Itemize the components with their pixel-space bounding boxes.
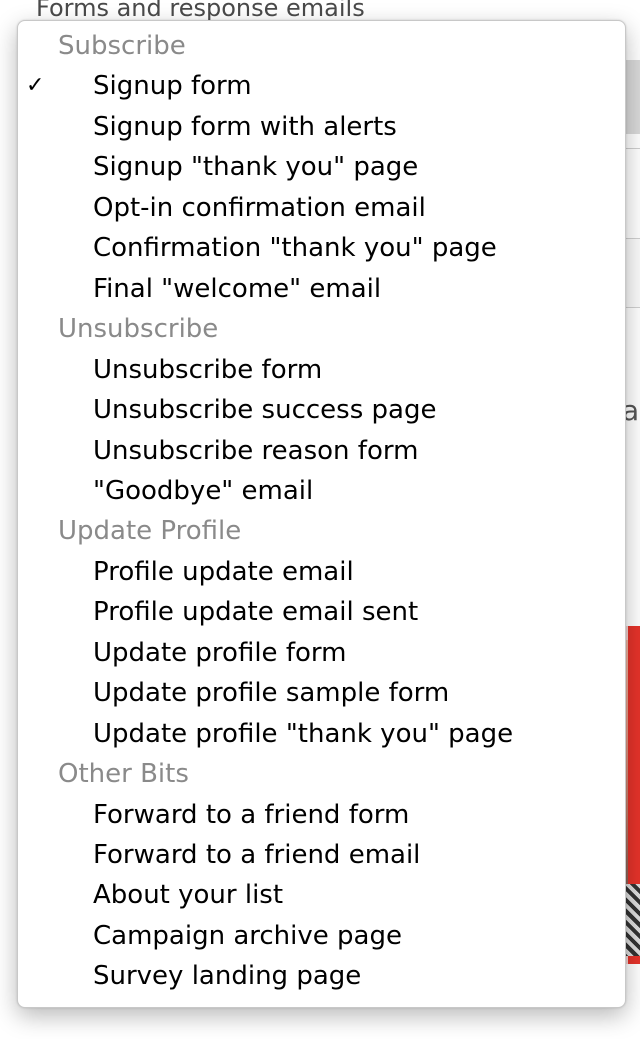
menu-group-header: Subscribe xyxy=(58,31,186,61)
menu-item[interactable]: Update profile form xyxy=(18,633,625,673)
menu-item[interactable]: About your list xyxy=(18,875,625,915)
menu-item[interactable]: Campaign archive page xyxy=(18,916,625,956)
menu-item[interactable]: Signup "thank you" page xyxy=(18,147,625,187)
menu-item-label: Unsubscribe reason form xyxy=(93,436,419,466)
menu-item-label: Unsubscribe success page xyxy=(93,395,437,425)
menu-item[interactable]: Opt-in confirmation email xyxy=(18,188,625,228)
menu-item-label: Campaign archive page xyxy=(93,921,402,951)
menu-item[interactable]: Forward to a friend email xyxy=(18,835,625,875)
menu-item[interactable]: Update profile sample form xyxy=(18,673,625,713)
menu-item-label: "Goodbye" email xyxy=(93,476,314,506)
menu-item[interactable]: ✓ Signup form xyxy=(18,66,625,106)
menu-item-label: Signup form xyxy=(93,71,252,101)
menu-group-header: Other Bits xyxy=(58,759,189,789)
menu-item-label: Signup "thank you" page xyxy=(93,152,419,182)
menu-item[interactable]: Profile update email xyxy=(18,552,625,592)
menu-item[interactable]: Confirmation "thank you" page xyxy=(18,228,625,268)
menu-item[interactable]: Unsubscribe success page xyxy=(18,390,625,430)
menu-item-label: Forward to a friend form xyxy=(93,800,410,830)
menu-item[interactable]: Forward to a friend form xyxy=(18,795,625,835)
menu-item-label: Profile update email xyxy=(93,557,354,587)
menu-item-label: Confirmation "thank you" page xyxy=(93,233,497,263)
menu-item[interactable]: Survey landing page xyxy=(18,956,625,996)
menu-item[interactable]: Signup form with alerts xyxy=(18,107,625,147)
menu-item-label: Signup form with alerts xyxy=(93,112,397,142)
menu-item[interactable]: Profile update email sent xyxy=(18,592,625,632)
menu-item[interactable]: Unsubscribe reason form xyxy=(18,431,625,471)
menu-item-label: Update profile form xyxy=(93,638,347,668)
form-type-dropdown-menu[interactable]: Subscribe ✓ Signup form Signup form with al… xyxy=(17,20,626,1008)
background-heading: Forms and response emails xyxy=(36,0,365,22)
menu-group-header: Update Profile xyxy=(58,516,242,546)
menu-item-label: Opt-in confirmation email xyxy=(93,193,426,223)
menu-item-label: Final "welcome" email xyxy=(93,274,382,304)
menu-item-label: Survey landing page xyxy=(93,961,362,991)
menu-item[interactable]: Update profile "thank you" page xyxy=(18,714,625,754)
menu-item[interactable]: Final "welcome" email xyxy=(18,269,625,309)
menu-item-label: Forward to a friend email xyxy=(93,840,421,870)
menu-item-label: Profile update email sent xyxy=(93,597,419,627)
menu-item[interactable]: "Goodbye" email xyxy=(18,471,625,511)
checkmark-icon: ✓ xyxy=(26,73,45,98)
menu-item-label: About your list xyxy=(93,880,284,910)
menu-item[interactable]: Unsubscribe form xyxy=(18,350,625,390)
menu-group-header: Unsubscribe xyxy=(58,314,219,344)
page: Forms and response emails a Subscribe ✓ Si… xyxy=(0,0,640,1039)
menu-item-label: Update profile sample form xyxy=(93,678,450,708)
menu-item-label: Unsubscribe form xyxy=(93,355,323,385)
menu-item-label: Update profile "thank you" page xyxy=(93,719,514,749)
